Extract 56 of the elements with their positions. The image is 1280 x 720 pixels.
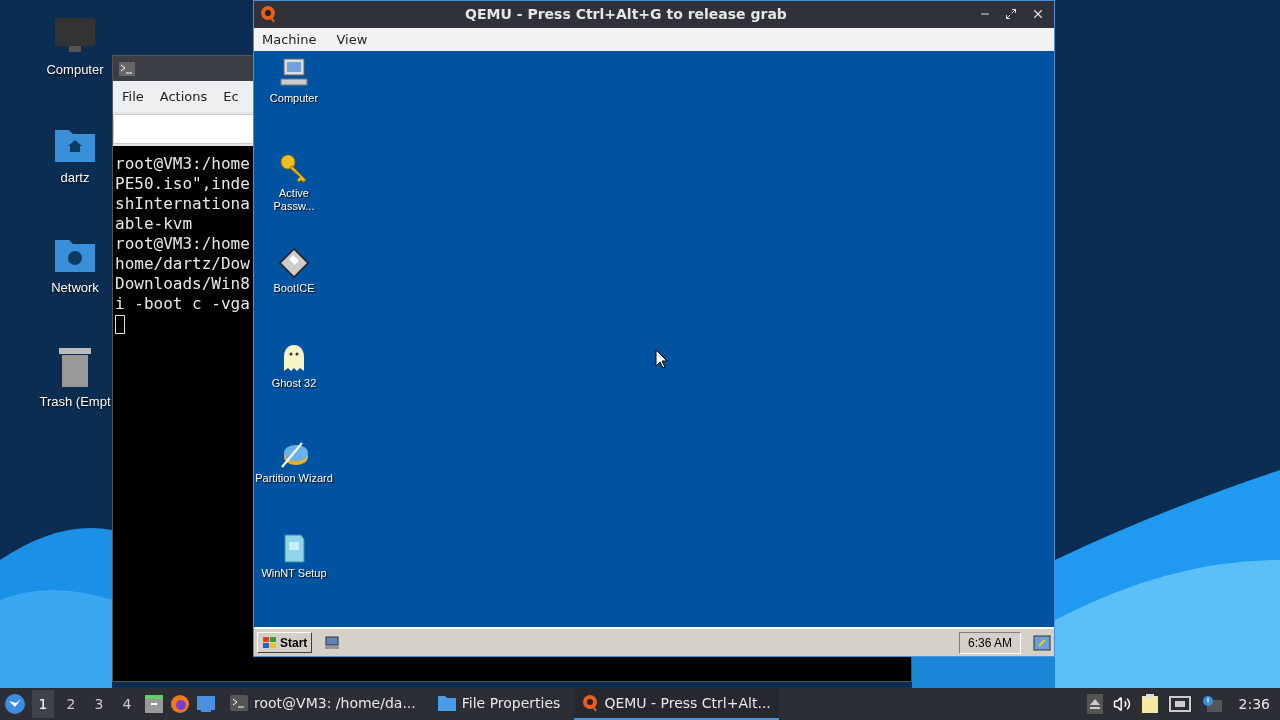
workspace-button[interactable]: 2 (60, 690, 82, 718)
eject-icon (1086, 694, 1103, 714)
workspace-button[interactable]: 3 (88, 690, 110, 718)
desktop-icon-label[interactable]: Computer (46, 62, 104, 77)
window-title: QEMU - Press Ctrl+Alt+G to release grab (464, 6, 788, 23)
desktop-icon-label[interactable]: dartz (60, 170, 90, 185)
terminal-line: PE50.iso",inde (115, 174, 250, 194)
desktop-icon-label[interactable]: Ghost 32 (271, 377, 317, 390)
notification-icon (1200, 695, 1223, 713)
desktop-icon-label[interactable]: Network (51, 280, 99, 295)
clock: 2:36 (1237, 696, 1271, 712)
terminal-line: Downloads/Win8 (115, 274, 250, 294)
bird-logo-icon (4, 693, 26, 715)
mouse-pointer-icon (655, 349, 668, 369)
text-cursor (115, 315, 125, 334)
terminal-icon (230, 695, 248, 711)
desktop-icon-label[interactable]: Computer (269, 92, 319, 105)
terminal-line: able-kvm (115, 214, 193, 234)
terminal-icon (119, 61, 135, 76)
menu-item[interactable]: File (122, 89, 144, 104)
browser-icon (170, 694, 190, 714)
maximize-icon (1005, 8, 1017, 21)
menu-item[interactable]: Actions (159, 89, 208, 104)
window-icon (196, 695, 216, 713)
desktop-icon-label[interactable]: Partition Wizard (255, 472, 333, 485)
file-cabinet-icon (144, 694, 164, 714)
folder-icon (437, 695, 456, 711)
windows-flag-icon (262, 635, 278, 650)
start-button[interactable]: Start (257, 632, 313, 653)
task-button[interactable]: root@VM3: /home/da... (222, 688, 424, 720)
terminal-line: root@VM3:/home (115, 234, 250, 254)
volume-icon (1112, 695, 1131, 713)
desktop-icon-label[interactable]: WinNT Setup (261, 567, 327, 580)
task-button[interactable]: File Properties (429, 688, 569, 720)
task-button[interactable]: QEMU - Press Ctrl+Alt... (574, 688, 779, 720)
network-icon (1168, 695, 1191, 713)
desktop-icon-label[interactable]: BootICE (273, 282, 315, 295)
menu-item[interactable]: Machine (254, 31, 325, 47)
terminal-line: home/dartz/Dow (115, 254, 250, 274)
desktop-icon-label[interactable]: Trash (Empt (39, 394, 111, 409)
tray-icon (1033, 633, 1051, 652)
terminal-line: i -boot c -vga (115, 294, 250, 314)
guest-clock: 6:36 AM (958, 631, 1021, 654)
desktop-icon-label[interactable]: Active Passw... (273, 187, 315, 213)
workspace-button[interactable]: 4 (116, 690, 138, 718)
menu-item[interactable]: View (328, 31, 376, 47)
terminal-line: root@VM3:/home (115, 154, 250, 174)
menu-item[interactable]: Ec (223, 89, 239, 104)
terminal-line: shInternationa (115, 194, 250, 214)
workspace-button[interactable]: 1 (32, 690, 54, 718)
qemu-logo-icon (260, 5, 276, 24)
computer-icon (324, 635, 341, 650)
clipboard-icon (1140, 694, 1159, 714)
qemu-logo-icon (582, 694, 599, 712)
computer-icon (278, 57, 310, 89)
setup-icon (282, 532, 306, 564)
